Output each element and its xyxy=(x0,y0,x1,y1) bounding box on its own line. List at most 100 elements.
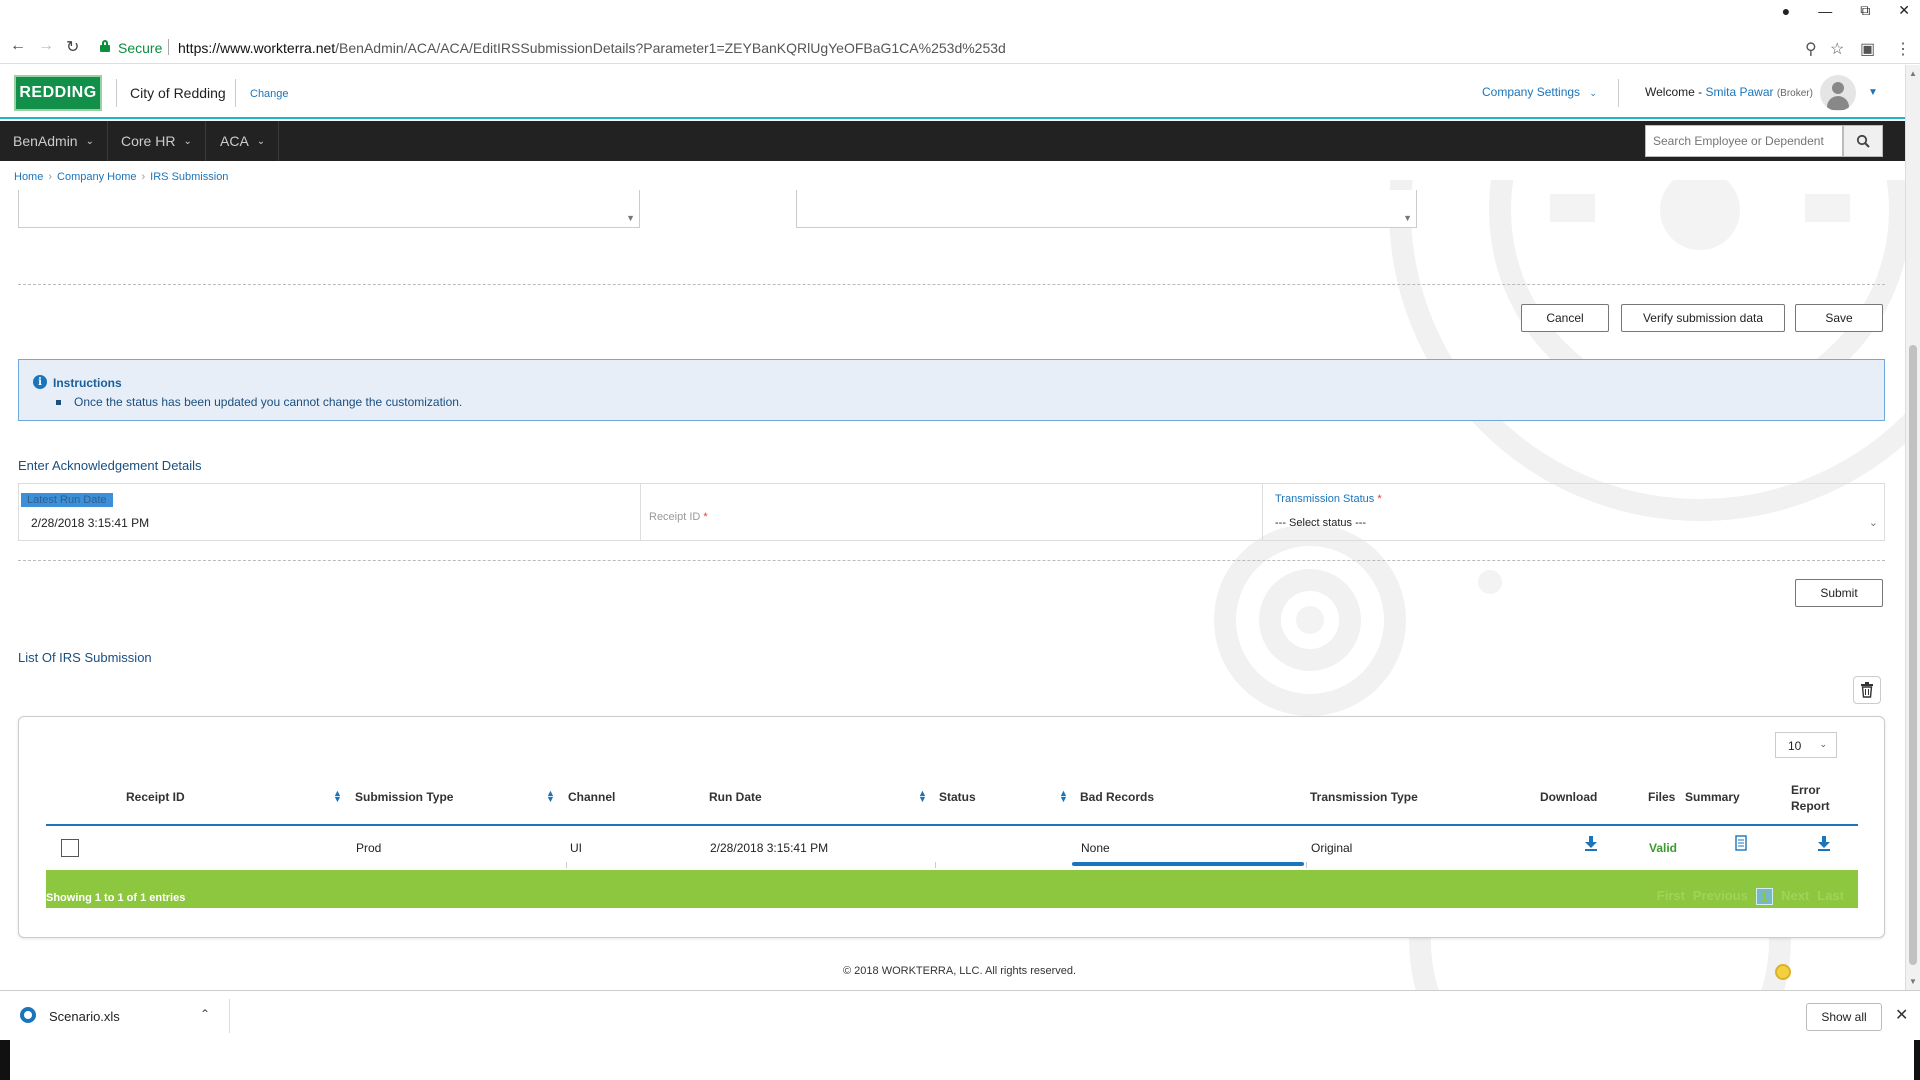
pager-first[interactable]: First xyxy=(1657,888,1685,905)
submit-button[interactable]: Submit xyxy=(1795,579,1883,607)
file-type-icon xyxy=(20,1007,36,1023)
cell-bad-records: None xyxy=(1081,841,1110,855)
page-size-select[interactable]: 10 ⌄ xyxy=(1775,732,1837,758)
col-header-summary: Summary xyxy=(1685,790,1740,804)
forward-icon[interactable]: → xyxy=(38,37,54,55)
col-header-bad-records[interactable]: Bad Records xyxy=(1080,790,1154,804)
header-divider xyxy=(1618,79,1619,107)
receipt-id-label: Receipt ID * xyxy=(649,511,708,523)
welcome-prefix: Welcome - xyxy=(1645,85,1703,99)
minimize-icon[interactable]: — xyxy=(1818,3,1832,19)
chrome-menu-icon[interactable]: ⋮ xyxy=(1895,39,1911,59)
sort-icon[interactable]: ▲ ▼ xyxy=(918,789,927,804)
pager-current-page[interactable]: 1 xyxy=(1755,888,1774,905)
close-window-icon[interactable]: ✕ xyxy=(1898,2,1910,19)
col-header-channel[interactable]: Channel xyxy=(568,790,615,804)
breadcrumb-irs-submission[interactable]: IRS Submission xyxy=(150,171,228,183)
close-icon[interactable]: ✕ xyxy=(1895,1005,1908,1025)
delete-button[interactable] xyxy=(1853,676,1881,704)
receipt-id-field[interactable]: Receipt ID * xyxy=(641,484,1263,540)
col-header-status[interactable]: Status xyxy=(939,790,976,804)
change-company-link[interactable]: Change xyxy=(250,88,289,100)
breadcrumb-home[interactable]: Home xyxy=(14,171,43,183)
nav-core-hr[interactable]: Core HR ⌄ xyxy=(108,121,206,161)
summary-document-icon[interactable] xyxy=(1735,835,1747,854)
sort-icon[interactable]: ▲ ▼ xyxy=(1059,789,1068,804)
col-header-run-date[interactable]: Run Date xyxy=(709,790,762,804)
nav-aca[interactable]: ACA ⌄ xyxy=(207,121,280,161)
ack-section-title: Enter Acknowledgement Details xyxy=(18,458,202,473)
error-report-download-icon[interactable] xyxy=(1817,836,1831,855)
chevron-down-icon: ⌄ xyxy=(1819,739,1827,749)
save-button[interactable]: Save xyxy=(1795,304,1883,332)
table-header-underline xyxy=(46,824,1858,826)
table-footer: Showing 1 to 1 of 1 entries First Previo… xyxy=(46,870,1858,908)
city-of-redding-logo[interactable]: REDDING xyxy=(14,75,102,111)
breadcrumb-company-home[interactable]: Company Home xyxy=(57,171,136,183)
maximize-icon[interactable]: ⧉ xyxy=(1860,2,1870,19)
top-select-right[interactable]: ▼ xyxy=(796,190,1417,228)
sort-icon[interactable]: ▲ ▼ xyxy=(546,789,555,804)
latest-run-date-value: 2/28/2018 3:15:41 PM xyxy=(31,516,150,530)
reload-icon[interactable]: ↻ xyxy=(66,37,79,57)
url-path: /BenAdmin/ACA/ACA/EditIRSSubmissionDetai… xyxy=(335,40,1006,56)
cell-files-valid[interactable]: Valid xyxy=(1649,841,1677,855)
employee-search-input[interactable] xyxy=(1645,125,1843,157)
verify-submission-button[interactable]: Verify submission data xyxy=(1621,304,1785,332)
showing-entries-text: Showing 1 to 1 of 1 entries xyxy=(46,892,186,904)
chevron-down-icon: ⌄ xyxy=(256,135,266,147)
irs-list-title: List Of IRS Submission xyxy=(18,650,152,665)
download-shelf: Scenario.xls ⌃ Show all ✕ xyxy=(0,990,1920,1040)
column-scroll-indicator[interactable] xyxy=(1072,862,1304,866)
top-select-left[interactable]: ▼ xyxy=(18,190,640,228)
scroll-down-icon[interactable]: ▼ xyxy=(1909,977,1917,986)
window-controls: ● — ⧉ ✕ xyxy=(1782,2,1910,19)
col-header-transmission-type[interactable]: Transmission Type xyxy=(1310,790,1418,804)
nav-benadmin[interactable]: BenAdmin ⌄ xyxy=(0,121,108,161)
search-button[interactable] xyxy=(1843,125,1883,157)
scroll-up-icon[interactable]: ▲ xyxy=(1909,69,1917,78)
company-settings-menu[interactable]: Company Settings ⌄ xyxy=(1482,85,1597,99)
column-resize-handle[interactable] xyxy=(566,862,567,868)
col-header-files: Files xyxy=(1648,790,1676,804)
address-separator xyxy=(168,39,169,55)
user-menu-caret-icon[interactable]: ▼ xyxy=(1868,87,1878,98)
app-header: REDDING City of Redding Change Company S… xyxy=(0,65,1905,119)
download-file-name[interactable]: Scenario.xls xyxy=(49,1009,120,1024)
pager-last[interactable]: Last xyxy=(1817,888,1844,905)
col-header-submission-type[interactable]: Submission Type xyxy=(355,790,453,804)
page-scrollbar[interactable]: ▲ ▼ xyxy=(1905,65,1920,990)
user-name[interactable]: Smita Pawar xyxy=(1705,85,1773,99)
row-checkbox[interactable] xyxy=(61,839,79,857)
scroll-thumb[interactable] xyxy=(1909,345,1917,965)
cancel-button[interactable]: Cancel xyxy=(1521,304,1609,332)
header-divider xyxy=(235,79,236,107)
sort-icon[interactable]: ▲ ▼ xyxy=(333,789,342,804)
instructions-panel: i Instructions Once the status has been … xyxy=(18,359,1885,421)
column-resize-handle[interactable] xyxy=(1306,862,1307,868)
show-all-downloads-button[interactable]: Show all xyxy=(1806,1003,1882,1031)
download-icon[interactable] xyxy=(1584,836,1598,855)
pager-previous[interactable]: Previous xyxy=(1693,888,1748,905)
extension-icon[interactable]: ▣ xyxy=(1860,39,1875,59)
nav-label: Core HR xyxy=(121,133,176,149)
bookmark-star-icon[interactable]: ☆ xyxy=(1830,39,1844,59)
address-bar[interactable]: https://www.workterra.net/BenAdmin/ACA/A… xyxy=(178,40,1006,56)
back-icon[interactable]: ← xyxy=(10,37,26,55)
secure-label: Secure xyxy=(118,40,163,56)
instruction-item: Once the status has been updated you can… xyxy=(74,395,463,409)
info-icon: i xyxy=(33,375,47,389)
chevron-down-icon: ⌄ xyxy=(85,135,94,147)
col-header-receipt-id[interactable]: Receipt ID xyxy=(126,790,185,804)
help-chat-icon[interactable] xyxy=(1775,964,1791,980)
caret-down-icon: ▼ xyxy=(626,213,635,223)
bullet xyxy=(56,400,61,405)
column-resize-handle[interactable] xyxy=(935,862,936,868)
chevron-up-icon[interactable]: ⌃ xyxy=(200,1007,210,1021)
url-host: https://www.workterra.net xyxy=(178,40,336,56)
transmission-status-select[interactable]: Transmission Status * --- Select status … xyxy=(1263,484,1884,540)
avatar[interactable] xyxy=(1820,75,1856,111)
pager-next[interactable]: Next xyxy=(1781,888,1809,905)
zoom-icon[interactable]: ⚲ xyxy=(1805,39,1817,59)
profile-icon[interactable]: ● xyxy=(1782,3,1790,19)
